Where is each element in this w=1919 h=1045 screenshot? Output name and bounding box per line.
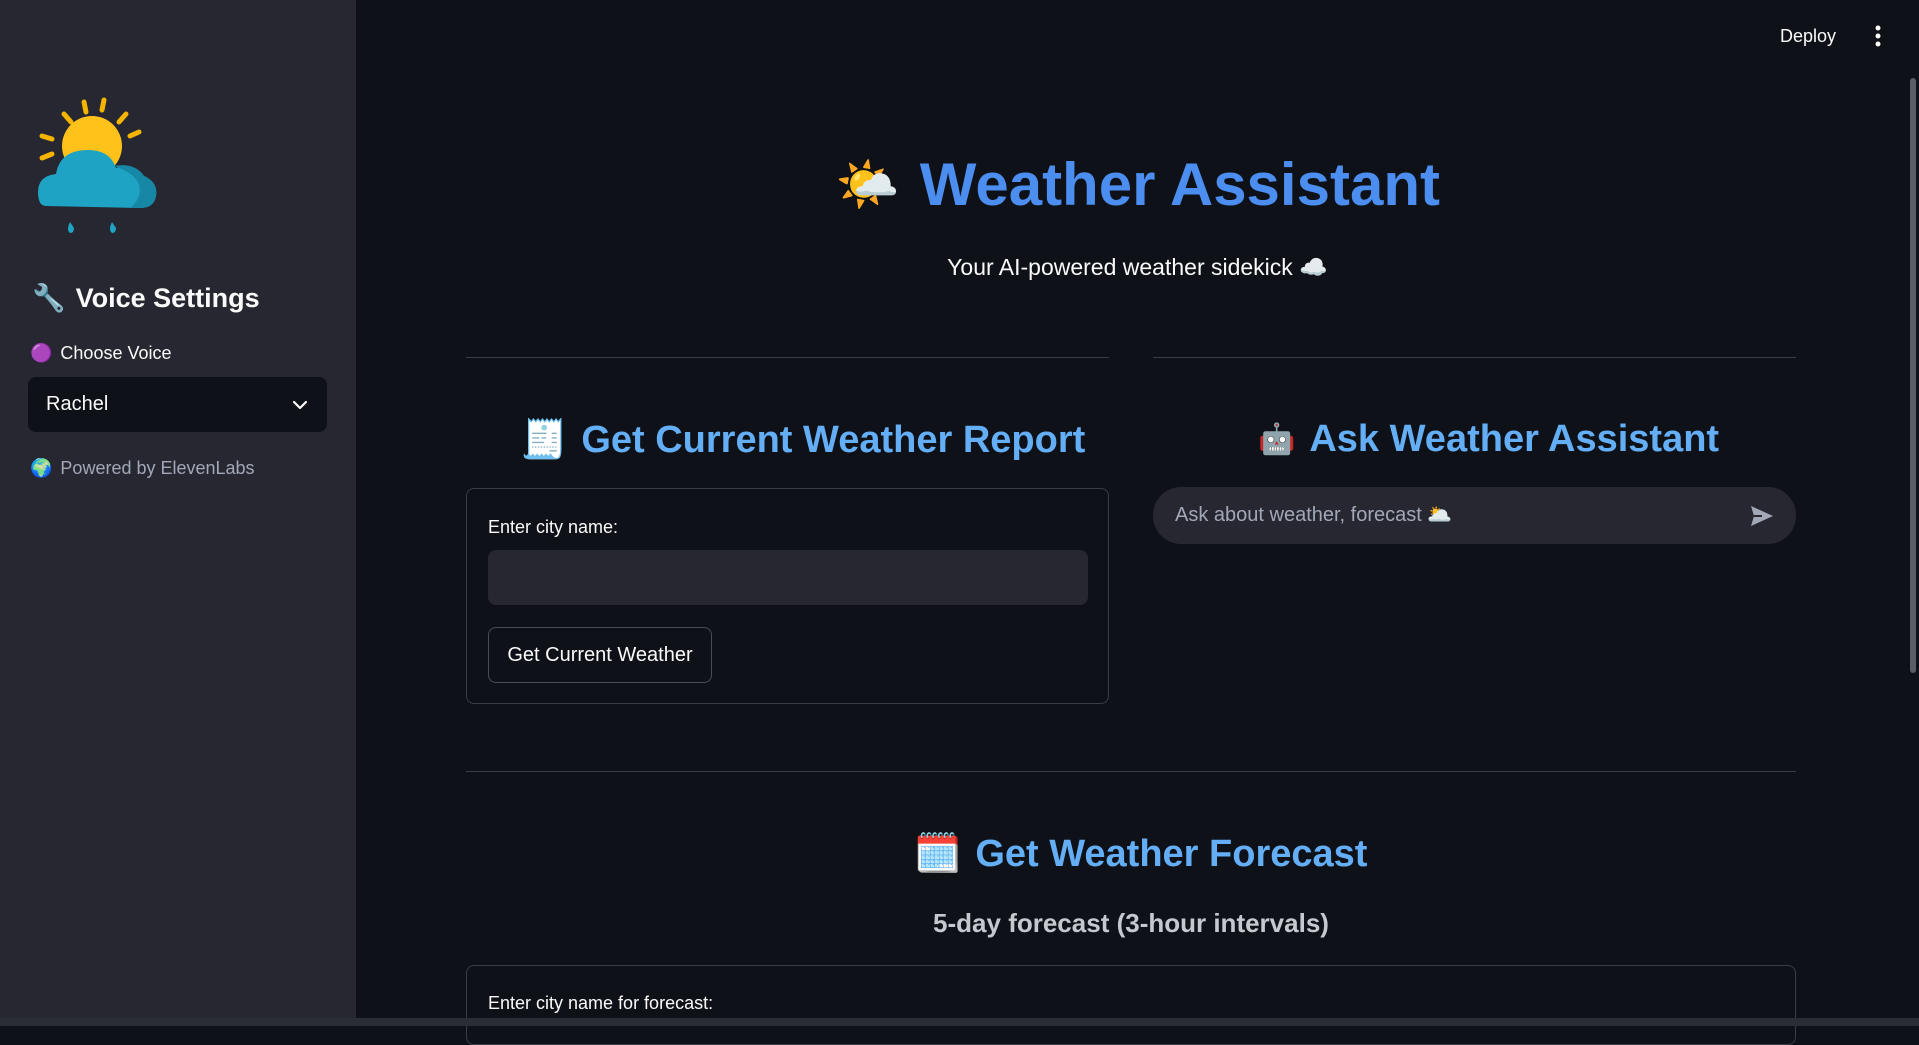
- get-current-weather-button[interactable]: Get Current Weather: [488, 627, 712, 683]
- bottom-strip: [0, 1018, 1919, 1026]
- page-subtitle: Your AI-powered weather sidekick ☁️: [947, 254, 1328, 280]
- choose-voice-label: 🟣 Choose Voice: [30, 343, 172, 364]
- voice-settings-heading: 🔧 Voice Settings: [32, 282, 260, 314]
- sun-cloud-rain-icon: [38, 97, 157, 233]
- forecast-city-label: Enter city name for forecast:: [488, 993, 714, 1013]
- send-icon[interactable]: [1748, 502, 1776, 530]
- receipt-icon: 🧾: [520, 419, 568, 461]
- city-name-label: Enter city name:: [488, 517, 619, 537]
- voice-select[interactable]: Rachel: [28, 377, 327, 432]
- powered-by-text: Powered by ElevenLabs: [60, 458, 255, 478]
- robot-face-icon: 🤖: [1258, 423, 1296, 456]
- divider-forecast: [466, 771, 1796, 772]
- assistant-chat-input[interactable]: [1153, 487, 1796, 544]
- forecast-form: Enter city name for forecast:: [466, 965, 1796, 1045]
- voice-select-value: Rachel: [46, 393, 109, 415]
- city-name-input[interactable]: [488, 550, 1088, 605]
- assistant-chat-field[interactable]: [1173, 503, 1748, 528]
- wrench-icon: 🔧: [32, 283, 66, 313]
- current-weather-form: Enter city name: Get Current Weather: [466, 488, 1109, 704]
- page-title: 🌤️ Weather Assistant: [356, 150, 1919, 219]
- forecast-title-text: Get Weather Forecast: [975, 832, 1368, 875]
- page-title-text: Weather Assistant: [919, 151, 1440, 218]
- voice-settings-heading-text: Voice Settings: [75, 282, 260, 313]
- main-content: 🌤️ Weather Assistant Your AI-powered wea…: [356, 0, 1919, 1045]
- forecast-title: 🗓️ Get Weather Forecast: [914, 832, 1367, 876]
- scrollbar-thumb[interactable]: [1910, 78, 1916, 673]
- divider-left: [466, 357, 1109, 358]
- globe-icon: 🌍: [30, 458, 53, 478]
- voice-orb-icon: 🟣: [30, 343, 53, 363]
- sun-behind-cloud-icon: 🌤️: [835, 156, 900, 214]
- choose-voice-label-text: Choose Voice: [60, 343, 172, 363]
- current-weather-title: 🧾 Get Current Weather Report: [520, 418, 1085, 462]
- current-weather-title-text: Get Current Weather Report: [581, 418, 1086, 461]
- forecast-subtitle: 5-day forecast (3-hour intervals): [933, 908, 1329, 938]
- sidebar: 🔧 Voice Settings 🟣 Choose Voice Rachel 🌍…: [0, 0, 356, 1026]
- divider-right: [1153, 357, 1796, 358]
- assistant-title-text: Ask Weather Assistant: [1309, 418, 1720, 460]
- assistant-title: 🤖 Ask Weather Assistant: [1258, 418, 1719, 461]
- calendar-icon: 🗓️: [914, 833, 962, 875]
- chevron-down-icon: [292, 400, 308, 409]
- powered-by-caption: 🌍 Powered by ElevenLabs: [30, 458, 255, 479]
